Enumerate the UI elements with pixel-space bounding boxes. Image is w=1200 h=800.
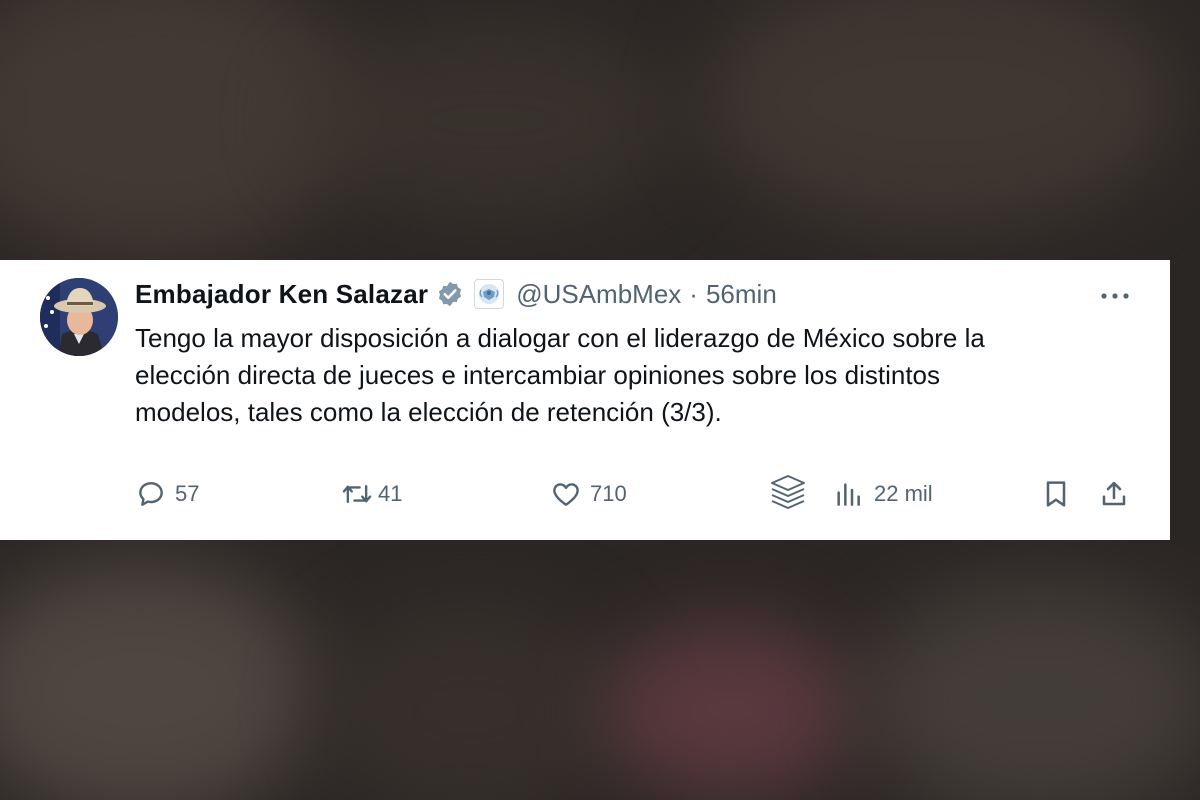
layers-button[interactable] bbox=[766, 470, 810, 518]
more-options-icon[interactable] bbox=[1095, 284, 1135, 308]
avatar[interactable] bbox=[40, 278, 118, 356]
bookmark-button[interactable] bbox=[1040, 470, 1072, 518]
author-name[interactable]: Embajador Ken Salazar bbox=[135, 279, 428, 310]
tweet-text: Tengo la mayor disposición a dialogar co… bbox=[135, 320, 1135, 431]
tweet-text-line: elección directa de jueces e intercambia… bbox=[135, 360, 940, 390]
analytics-icon bbox=[832, 478, 864, 510]
tweet-text-line: modelos, tales como la elección de reten… bbox=[135, 397, 722, 427]
share-button[interactable] bbox=[1098, 470, 1130, 518]
retweet-button[interactable]: 41 bbox=[340, 470, 402, 518]
author-handle[interactable]: @USAmbMex bbox=[516, 279, 681, 310]
views-count: 22 mil bbox=[874, 481, 933, 506]
reply-button[interactable]: 57 bbox=[135, 470, 199, 518]
share-icon bbox=[1098, 478, 1130, 510]
reply-count: 57 bbox=[175, 481, 200, 506]
like-button[interactable]: 710 bbox=[550, 470, 627, 518]
retweet-count: 41 bbox=[378, 481, 403, 506]
tweet-header: Embajador Ken Salazar @USAmbMex · 56min bbox=[135, 276, 777, 312]
views-button[interactable]: 22 mil bbox=[832, 470, 933, 518]
layers-icon bbox=[766, 472, 810, 516]
government-seal-icon[interactable] bbox=[474, 279, 505, 309]
heart-icon bbox=[550, 478, 582, 510]
tweet-action-bar: 57 41 710 22 mil bbox=[0, 470, 1170, 518]
verified-badge-icon bbox=[436, 280, 464, 308]
tweet-text-line: Tengo la mayor disposición a dialogar co… bbox=[135, 323, 985, 353]
like-count: 710 bbox=[590, 481, 627, 506]
tweet-timestamp[interactable]: 56min bbox=[706, 279, 777, 310]
separator-dot: · bbox=[689, 278, 698, 309]
retweet-icon bbox=[340, 478, 374, 510]
reply-icon bbox=[135, 478, 167, 510]
bookmark-icon bbox=[1040, 478, 1072, 510]
